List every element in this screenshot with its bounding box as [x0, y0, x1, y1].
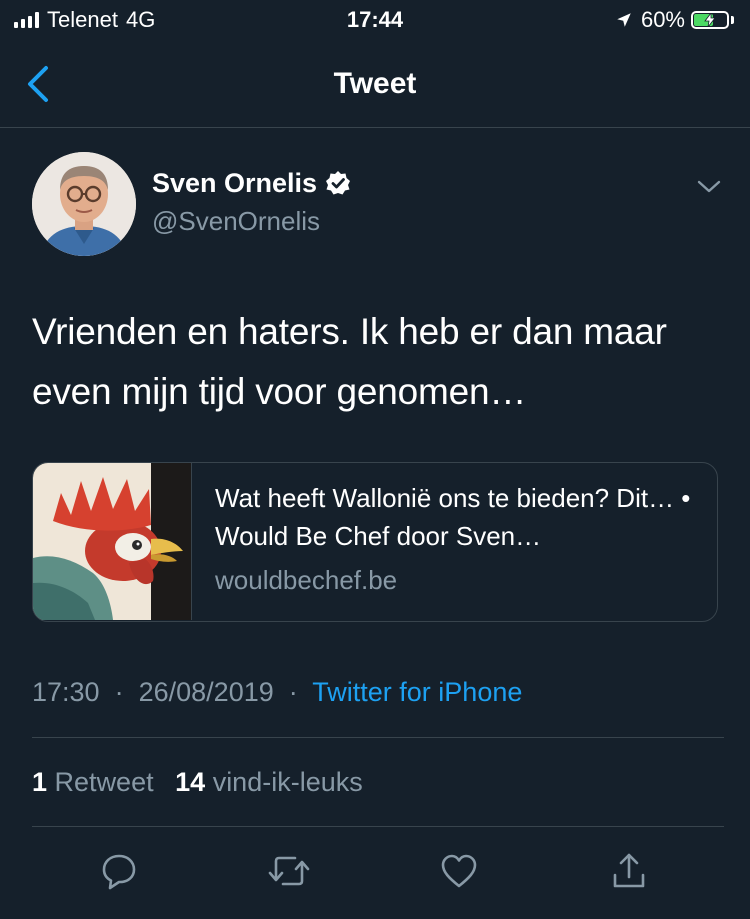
tweet-source-link[interactable]: Twitter for iPhone [312, 677, 522, 707]
battery-percentage: 60% [640, 7, 685, 32]
chevron-down-icon [697, 180, 721, 193]
tweet-detail-screen: Telenet 4G 17:44 60% Tweet Sven Ornelis … [0, 0, 750, 919]
more-options-button[interactable] [696, 174, 722, 200]
share-icon [613, 853, 645, 888]
divider [32, 737, 724, 738]
comment-icon [102, 854, 136, 890]
battery-icon [691, 11, 729, 29]
battery-tip [731, 16, 734, 24]
retweet-label: Retweet [54, 767, 154, 797]
card-thumbnail [33, 463, 192, 620]
author-handle[interactable]: @SvenOrnelis [152, 204, 320, 238]
tweet-time: 17:30 [32, 677, 100, 707]
retweet-button[interactable] [264, 846, 314, 896]
location-arrow-icon [617, 13, 631, 27]
divider [32, 826, 724, 827]
like-label: vind-ik-leuks [212, 767, 363, 797]
link-preview-card[interactable]: Wat heeft Wallonië ons te bieden? Dit… •… [32, 462, 718, 622]
page-title: Tweet [333, 67, 417, 100]
tweet-text: Vrienden en haters. Ik heb er dan maar e… [32, 311, 667, 412]
like-stat[interactable]: 14 vind-ik-leuks [175, 767, 363, 797]
avatar-image [32, 152, 136, 256]
card-title: Wat heeft Wallonië ons te bieden? Dit… •… [215, 483, 691, 551]
author-name-text: Sven Ornelis [152, 168, 318, 198]
meta-separator: · [281, 677, 306, 707]
retweet-count: 1 [32, 767, 48, 797]
tweet-stats: 1 Retweet 14 vind-ik-leuks [32, 762, 377, 802]
heart-icon [441, 854, 477, 888]
verified-badge-icon [326, 171, 351, 195]
status-right: 60% [615, 6, 734, 34]
reply-button[interactable] [94, 846, 144, 896]
like-button[interactable] [434, 846, 484, 896]
retweet-stat[interactable]: 1 Retweet [32, 767, 161, 797]
tweet-author: Sven Ornelis @SvenOrnelis [32, 152, 722, 258]
author-name[interactable]: Sven Ornelis [152, 166, 351, 200]
status-bar: Telenet 4G 17:44 60% [0, 0, 750, 40]
rooster-image [33, 463, 191, 620]
tweet-meta: 17:30 · 26/08/2019 · Twitter for iPhone [32, 672, 522, 712]
charging-bolt-icon [704, 13, 716, 27]
avatar[interactable] [32, 152, 136, 256]
navigation-header: Tweet [0, 40, 750, 128]
meta-separator: · [107, 677, 132, 707]
tweet-action-bar [0, 846, 750, 896]
tweet-date: 26/08/2019 [138, 677, 274, 707]
share-button[interactable] [604, 846, 654, 896]
card-domain: wouldbechef.be [215, 565, 398, 595]
like-count: 14 [175, 767, 206, 797]
retweet-icon [268, 856, 310, 886]
